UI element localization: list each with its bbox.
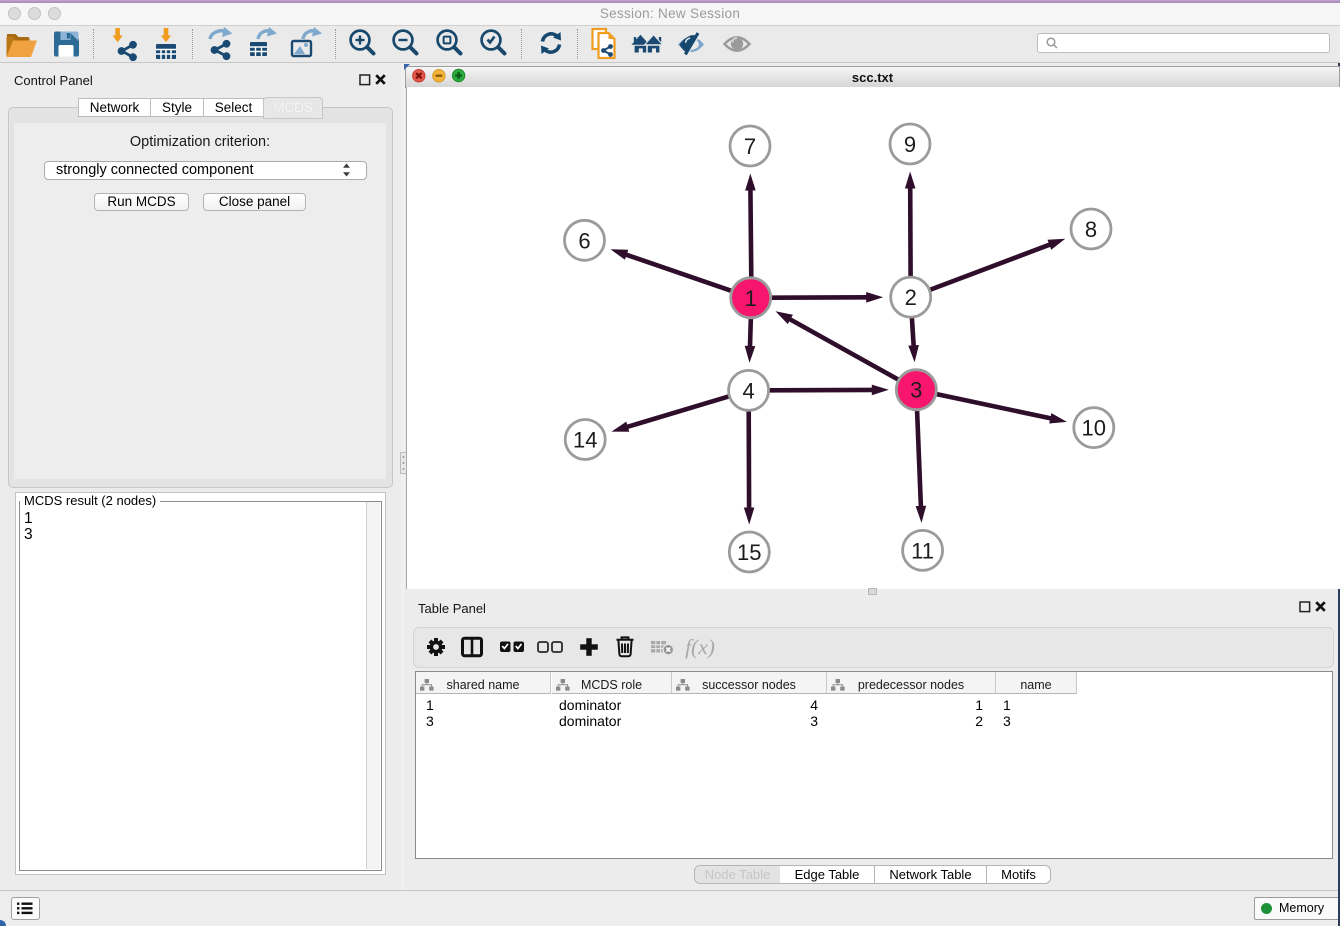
svg-text:10: 10 bbox=[1082, 416, 1106, 441]
svg-text:11: 11 bbox=[911, 538, 934, 563]
svg-text:4: 4 bbox=[742, 378, 754, 403]
svg-text:1: 1 bbox=[745, 286, 757, 311]
svg-text:14: 14 bbox=[573, 428, 597, 453]
svg-text:9: 9 bbox=[904, 132, 916, 157]
svg-text:2: 2 bbox=[905, 285, 917, 310]
svg-text:3: 3 bbox=[910, 378, 922, 403]
svg-text:7: 7 bbox=[744, 134, 756, 159]
svg-text:f(x): f(x) bbox=[685, 635, 715, 659]
svg-text:15: 15 bbox=[737, 540, 761, 565]
svg-text:8: 8 bbox=[1085, 217, 1097, 242]
svg-text:6: 6 bbox=[578, 228, 590, 253]
